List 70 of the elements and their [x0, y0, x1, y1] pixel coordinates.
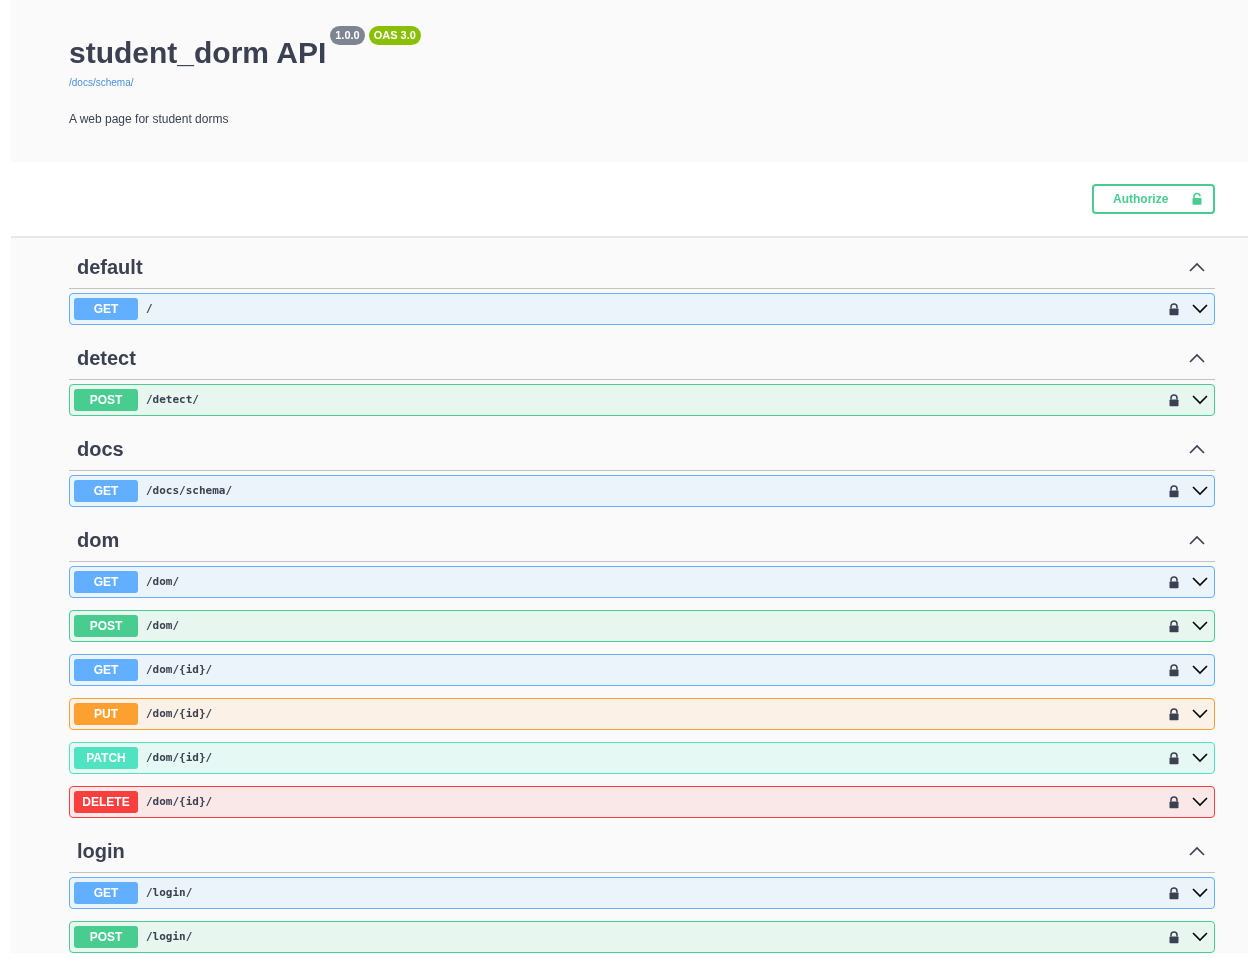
endpoint-path: /dom/{id}/: [146, 793, 214, 810]
method-label: POST: [74, 926, 138, 948]
version-badge: 1.0.0: [330, 26, 365, 45]
endpoint-path: /dom/: [146, 573, 181, 590]
section-title[interactable]: login: [77, 836, 125, 866]
chevron-down-icon[interactable]: [1192, 304, 1208, 314]
operation-row[interactable]: POST /login/: [69, 921, 1215, 953]
endpoint-path: /: [146, 300, 154, 317]
chevron-down-icon[interactable]: [1192, 665, 1208, 675]
method-label: GET: [74, 659, 138, 681]
endpoint-path: /detect/: [146, 391, 200, 408]
chevron-down-icon[interactable]: [1192, 577, 1208, 587]
method-label: GET: [74, 571, 138, 593]
method-label: GET: [74, 480, 138, 502]
lock-icon[interactable]: [1168, 794, 1180, 810]
method-label: GET: [74, 298, 138, 320]
section-title[interactable]: docs: [77, 434, 124, 464]
operation-row[interactable]: GET /: [69, 293, 1215, 325]
lock-icon[interactable]: [1168, 929, 1180, 945]
chevron-down-icon[interactable]: [1192, 797, 1208, 807]
chevron-down-icon[interactable]: [1192, 753, 1208, 763]
section-title[interactable]: detect: [77, 343, 136, 373]
method-label: POST: [74, 615, 138, 637]
operation-row[interactable]: PUT /dom/{id}/: [69, 698, 1215, 730]
operation-row[interactable]: POST /detect/: [69, 384, 1215, 416]
operation-row[interactable]: GET /dom/{id}/: [69, 654, 1215, 686]
method-label: GET: [74, 882, 138, 904]
endpoint-path: /dom/{id}/: [146, 661, 214, 678]
endpoint-path: /dom/{id}/: [146, 705, 214, 722]
chevron-down-icon[interactable]: [1192, 932, 1208, 942]
chevron-up-icon[interactable]: [1189, 444, 1205, 454]
lock-icon[interactable]: [1168, 574, 1180, 590]
chevron-up-icon[interactable]: [1189, 262, 1205, 272]
lock-icon[interactable]: [1168, 706, 1180, 722]
method-label: POST: [74, 389, 138, 411]
section-title[interactable]: default: [77, 252, 143, 282]
lock-icon[interactable]: [1168, 301, 1180, 317]
lock-icon[interactable]: [1168, 392, 1180, 408]
endpoint-path: /login/: [146, 884, 194, 901]
api-title: student_dorm API: [69, 36, 327, 69]
section-title[interactable]: dom: [77, 525, 120, 555]
oas-badge: OAS 3.0: [368, 26, 421, 45]
lock-icon[interactable]: [1168, 885, 1180, 901]
api-description: A web page for student dorms: [69, 111, 230, 128]
chevron-up-icon[interactable]: [1189, 535, 1205, 545]
chevron-down-icon[interactable]: [1192, 709, 1208, 719]
endpoint-path: /login/: [146, 928, 194, 945]
operation-row[interactable]: POST /dom/: [69, 610, 1215, 642]
method-label: DELETE: [74, 791, 138, 813]
endpoint-path: /dom/{id}/: [146, 749, 214, 766]
operation-row[interactable]: GET /login/: [69, 877, 1215, 909]
chevron-down-icon[interactable]: [1192, 395, 1208, 405]
lock-icon[interactable]: [1168, 750, 1180, 766]
endpoint-path: /dom/: [146, 617, 181, 634]
endpoint-path: /docs/schema/: [146, 482, 234, 499]
lock-icon[interactable]: [1168, 483, 1180, 499]
operation-row[interactable]: PATCH /dom/{id}/: [69, 742, 1215, 774]
lock-icon[interactable]: [1168, 662, 1180, 678]
chevron-up-icon[interactable]: [1189, 846, 1205, 856]
operation-row[interactable]: GET /dom/: [69, 566, 1215, 598]
chevron-down-icon[interactable]: [1192, 621, 1208, 631]
chevron-up-icon[interactable]: [1189, 353, 1205, 363]
operation-row[interactable]: DELETE /dom/{id}/: [69, 786, 1215, 818]
operation-row[interactable]: GET /docs/schema/: [69, 475, 1215, 507]
lock-icon[interactable]: [1168, 618, 1180, 634]
lock-icon: [1191, 191, 1203, 207]
chevron-down-icon[interactable]: [1192, 888, 1208, 898]
method-label: PATCH: [74, 747, 138, 769]
chevron-down-icon[interactable]: [1192, 486, 1208, 496]
method-label: PUT: [74, 703, 138, 725]
